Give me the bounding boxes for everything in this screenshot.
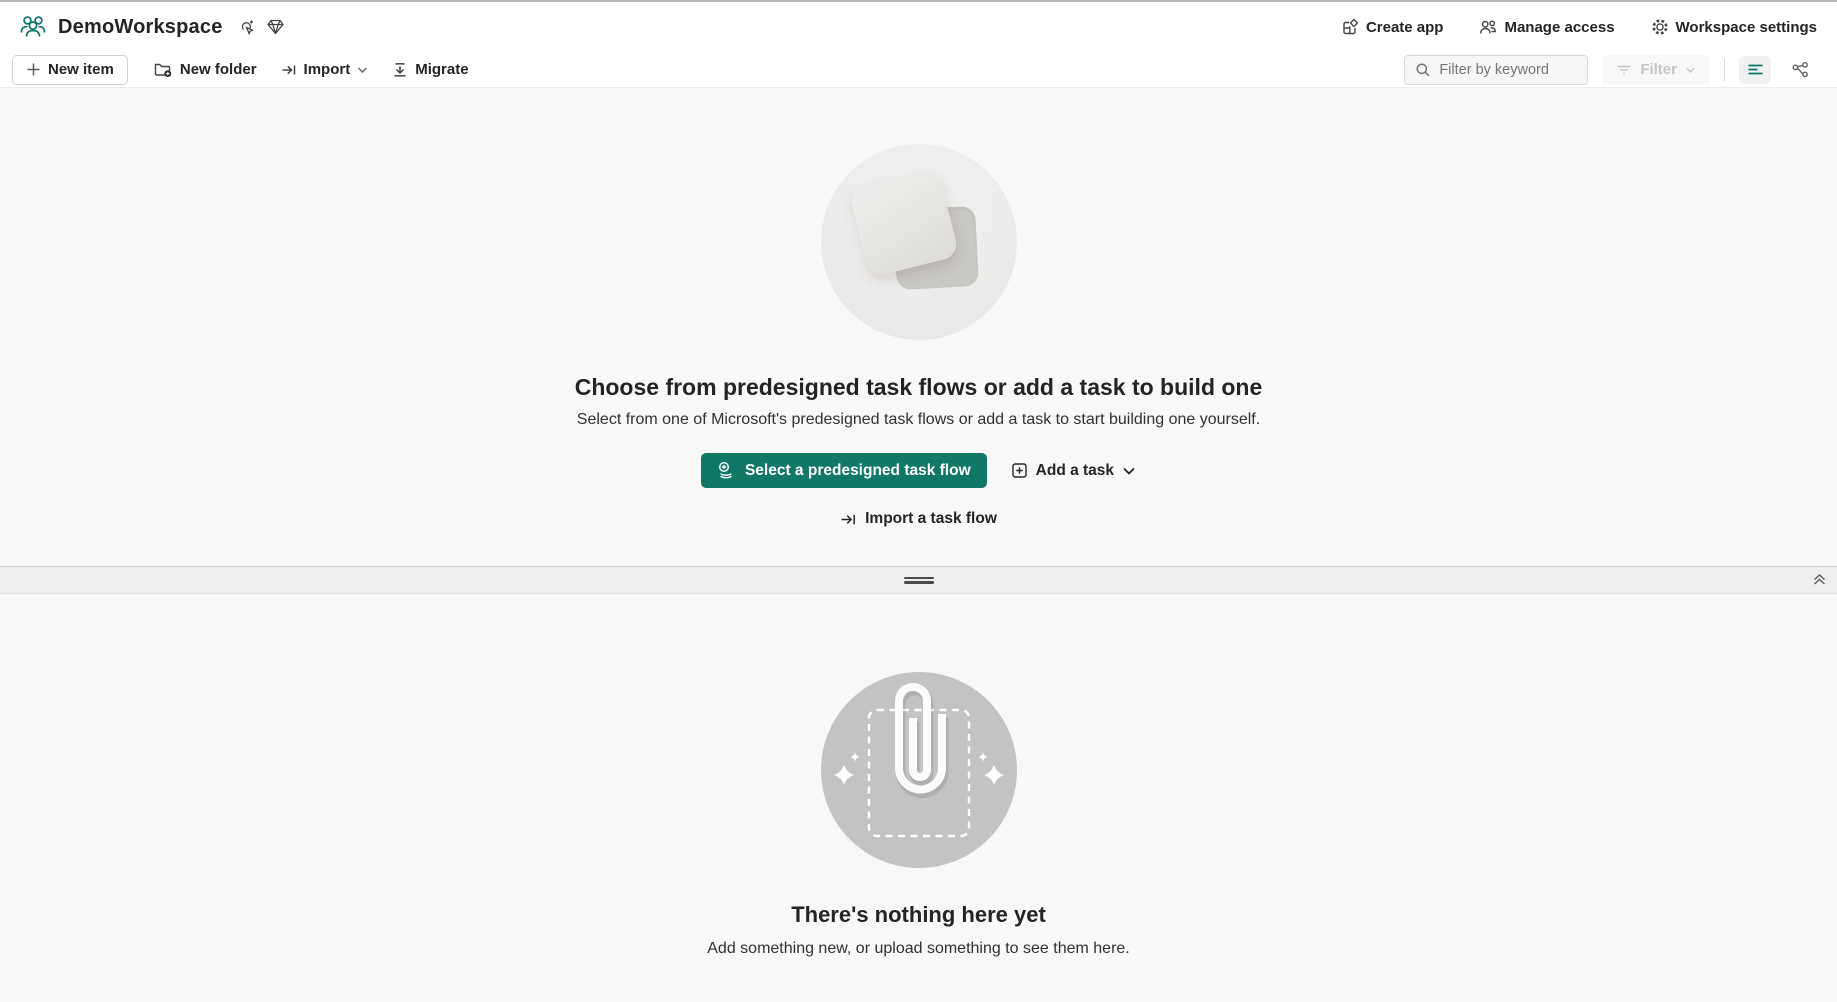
migrate-button[interactable]: Migrate	[380, 55, 480, 85]
add-task-button[interactable]: Add a task	[1011, 462, 1136, 480]
tap-sparkle-icon[interactable]	[237, 18, 256, 37]
workspace-toolbar: New item New folder Import	[0, 52, 1837, 88]
toolbar-divider	[1724, 59, 1725, 81]
splitter-drag-handle[interactable]	[904, 576, 934, 585]
workspace-people-icon	[18, 13, 48, 41]
create-app-button[interactable]: Create app	[1341, 18, 1444, 36]
taskflow-empty-subtitle: Select from one of Microsoft's predesign…	[577, 411, 1260, 429]
import-icon	[281, 62, 297, 78]
new-folder-label: New folder	[180, 61, 257, 78]
add-square-icon	[1011, 462, 1028, 479]
import-taskflow-label: Import a task flow	[865, 510, 997, 528]
items-empty-title: There's nothing here yet	[791, 902, 1046, 928]
filter-icon	[1616, 63, 1632, 77]
items-illustration	[821, 672, 1017, 868]
manage-access-button[interactable]: Manage access	[1479, 19, 1614, 36]
gear-icon	[1651, 18, 1669, 36]
new-folder-button[interactable]: New folder	[142, 55, 269, 85]
new-item-button[interactable]: New item	[12, 55, 128, 85]
folder-add-icon	[154, 61, 173, 78]
sparkle-right	[984, 765, 1004, 785]
plus-icon	[26, 62, 41, 77]
taskflow-illustration	[821, 144, 1017, 340]
taskflow-section: Choose from predesigned task flows or ad…	[0, 88, 1837, 566]
stack-add-icon	[717, 461, 736, 480]
workspace-header: DemoWorkspace	[0, 0, 1837, 52]
select-predesigned-taskflow-label: Select a predesigned task flow	[745, 462, 971, 480]
filter-label: Filter	[1640, 61, 1677, 78]
list-view-button[interactable]	[1739, 56, 1771, 84]
sparkle-left	[834, 765, 854, 785]
migrate-icon	[392, 62, 408, 78]
create-app-label: Create app	[1366, 19, 1444, 36]
taskflow-empty-title: Choose from predesigned task flows or ad…	[575, 374, 1263, 401]
add-task-label: Add a task	[1036, 462, 1114, 480]
diamond-icon[interactable]	[266, 18, 285, 36]
create-app-icon	[1341, 18, 1359, 36]
import-icon	[840, 511, 857, 528]
chevron-down-icon	[1685, 66, 1696, 74]
import-taskflow-link[interactable]: Import a task flow	[840, 510, 997, 528]
workspace-title: DemoWorkspace	[58, 16, 223, 39]
list-view-icon	[1747, 62, 1764, 77]
double-chevron-up-icon	[1812, 572, 1827, 587]
import-button[interactable]: Import	[269, 55, 381, 85]
items-section: There's nothing here yet Add something n…	[0, 594, 1837, 1002]
migrate-label: Migrate	[415, 61, 468, 78]
chevron-down-icon	[357, 66, 368, 74]
items-empty-subtitle: Add something new, or upload something t…	[707, 940, 1129, 958]
people-icon	[1479, 19, 1497, 36]
manage-access-label: Manage access	[1504, 19, 1614, 36]
lineage-view-button[interactable]	[1785, 56, 1815, 84]
lineage-icon	[1792, 62, 1809, 78]
workspace-settings-label: Workspace settings	[1676, 19, 1817, 36]
search-icon	[1415, 62, 1431, 78]
keyword-search[interactable]	[1404, 55, 1588, 85]
chevron-down-icon	[1122, 466, 1136, 476]
section-splitter	[0, 566, 1837, 594]
collapse-section-button[interactable]	[1810, 570, 1829, 589]
workspace-settings-button[interactable]: Workspace settings	[1651, 18, 1817, 36]
import-label: Import	[304, 61, 351, 78]
select-predesigned-taskflow-button[interactable]: Select a predesigned task flow	[701, 453, 987, 488]
filter-button[interactable]: Filter	[1602, 55, 1710, 85]
new-item-label: New item	[48, 61, 114, 78]
search-input[interactable]	[1439, 62, 1577, 78]
